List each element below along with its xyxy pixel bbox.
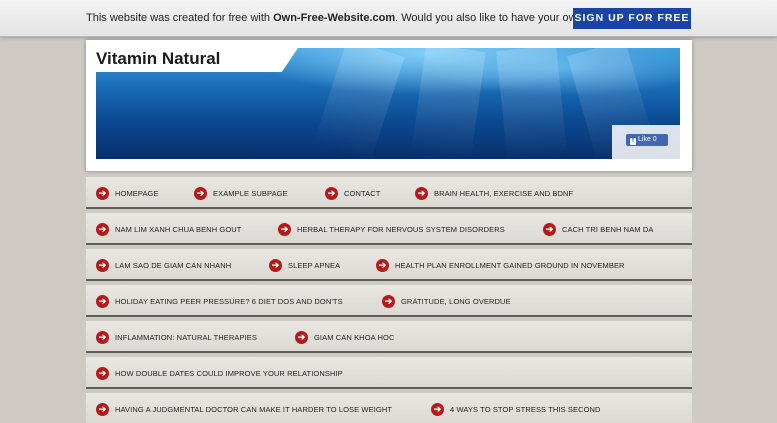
nav-label: NAM LIM XANH CHUA BENH GOUT bbox=[115, 224, 242, 234]
header-banner-image: Vitamin Natural f Like 0 bbox=[96, 48, 680, 159]
like-count-label: Like 0 bbox=[638, 136, 657, 143]
light-ray bbox=[410, 48, 486, 159]
nav-item-double-dates[interactable]: ➔ HOW DOUBLE DATES COULD IMPROVE YOUR REL… bbox=[96, 364, 343, 382]
nav-label: HOLIDAY EATING PEER PRESSURE? 6 DIET DOS… bbox=[115, 296, 343, 306]
nav-row-7: ➔ HAVING A JUDGMENTAL DOCTOR CAN MAKE IT … bbox=[86, 393, 692, 423]
arrow-right-icon: ➔ bbox=[415, 186, 428, 200]
nav-row-6: ➔ HOW DOUBLE DATES COULD IMPROVE YOUR REL… bbox=[86, 357, 692, 389]
nav-row-1: ➔ HOMEPAGE ➔ EXAMPLE SUBPAGE ➔ CONTACT ➔ BRA… bbox=[86, 177, 692, 209]
nav-item-lam-sao-de-giam-can[interactable]: ➔ LAM SAO DE GIAM CAN NHANH bbox=[96, 256, 231, 274]
arrow-right-icon: ➔ bbox=[278, 222, 291, 236]
arrow-right-icon: ➔ bbox=[295, 330, 308, 344]
nav-label: HEALTH PLAN ENROLLMENT GAINED GROUND IN … bbox=[395, 260, 625, 270]
promo-message: This website was created for free with O… bbox=[86, 12, 629, 24]
promo-bar: This website was created for free with O… bbox=[0, 0, 777, 37]
arrow-right-icon: ➔ bbox=[96, 294, 109, 308]
promo-text-before: This website was created for free with bbox=[86, 12, 274, 24]
nav-label: 4 WAYS TO STOP STRESS THIS SECOND bbox=[450, 404, 601, 414]
nav-item-brain-health[interactable]: ➔ BRAIN HEALTH, EXERCISE AND BDNF bbox=[415, 184, 573, 202]
arrow-right-icon: ➔ bbox=[382, 294, 395, 308]
nav-label: SLEEP APNEA bbox=[288, 260, 341, 270]
sign-up-button[interactable]: SIGN UP FOR FREE bbox=[573, 8, 691, 29]
light-ray bbox=[496, 48, 568, 159]
nav-item-example-subpage[interactable]: ➔ EXAMPLE SUBPAGE bbox=[194, 184, 288, 202]
nav-item-health-plan-enrollment[interactable]: ➔ HEALTH PLAN ENROLLMENT GAINED GROUND IN… bbox=[376, 256, 625, 274]
facebook-like-button[interactable]: f Like 0 bbox=[626, 134, 668, 146]
arrow-right-icon: ➔ bbox=[96, 258, 109, 272]
nav-label: HERBAL THERAPY FOR NERVOUS SYSTEM DISORD… bbox=[297, 224, 505, 234]
facebook-icon: f bbox=[630, 138, 636, 145]
nav-row-5: ➔ INFLAMMATION: NATURAL THERAPIES ➔ GIAM C… bbox=[86, 321, 692, 353]
arrow-right-icon: ➔ bbox=[96, 222, 109, 236]
title-tab: Vitamin Natural bbox=[96, 48, 298, 72]
nav-item-cach-tri-benh[interactable]: ➔ CACH TRI BENH NAM DA bbox=[543, 220, 653, 238]
header-card: Vitamin Natural f Like 0 bbox=[86, 40, 692, 171]
arrow-right-icon: ➔ bbox=[96, 186, 109, 200]
arrow-right-icon: ➔ bbox=[543, 222, 556, 236]
nav-row-4: ➔ HOLIDAY EATING PEER PRESSURE? 6 DIET DO… bbox=[86, 285, 692, 317]
promo-brand-link[interactable]: Own-Free-Website.com bbox=[273, 12, 395, 24]
nav-label: INFLAMMATION: NATURAL THERAPIES bbox=[115, 332, 258, 342]
site-title[interactable]: Vitamin Natural bbox=[96, 49, 220, 69]
nav-label: HAVING A JUDGMENTAL DOCTOR CAN MAKE IT H… bbox=[115, 404, 393, 414]
nav-item-nam-lim-xanh[interactable]: ➔ NAM LIM XANH CHUA BENH GOUT bbox=[96, 220, 241, 238]
nav-row-2: ➔ NAM LIM XANH CHUA BENH GOUT ➔ HERBAL THE… bbox=[86, 213, 692, 245]
nav-item-sleep-apnea[interactable]: ➔ SLEEP APNEA bbox=[269, 256, 340, 274]
arrow-right-icon: ➔ bbox=[96, 402, 109, 416]
nav-item-inflammation[interactable]: ➔ INFLAMMATION: NATURAL THERAPIES bbox=[96, 328, 257, 346]
arrow-right-icon: ➔ bbox=[376, 258, 389, 272]
nav-item-gratitude[interactable]: ➔ GRATITUDE, LONG OVERDUE bbox=[382, 292, 511, 310]
nav-row-3: ➔ LAM SAO DE GIAM CAN NHANH ➔ SLEEP APNEA … bbox=[86, 249, 692, 281]
nav-item-judgmental-doctor[interactable]: ➔ HAVING A JUDGMENTAL DOCTOR CAN MAKE IT … bbox=[96, 400, 392, 418]
arrow-right-icon: ➔ bbox=[325, 186, 338, 200]
nav-item-herbal-therapy[interactable]: ➔ HERBAL THERAPY FOR NERVOUS SYSTEM DISOR… bbox=[278, 220, 505, 238]
nav-label: GIAM CAN KHOA HOC bbox=[314, 332, 395, 342]
nav-item-homepage[interactable]: ➔ HOMEPAGE bbox=[96, 184, 159, 202]
nav-item-stop-stress[interactable]: ➔ 4 WAYS TO STOP STRESS THIS SECOND bbox=[431, 400, 601, 418]
social-panel: f Like 0 bbox=[612, 125, 680, 159]
nav-label: HOMEPAGE bbox=[115, 188, 159, 198]
nav-label: GRATITUDE, LONG OVERDUE bbox=[401, 296, 511, 306]
nav-label: LAM SAO DE GIAM CAN NHANH bbox=[115, 260, 232, 270]
nav-item-holiday-eating[interactable]: ➔ HOLIDAY EATING PEER PRESSURE? 6 DIET DO… bbox=[96, 292, 343, 310]
nav-item-contact[interactable]: ➔ CONTACT bbox=[325, 184, 380, 202]
arrow-right-icon: ➔ bbox=[431, 402, 444, 416]
light-ray bbox=[313, 48, 405, 159]
arrow-right-icon: ➔ bbox=[194, 186, 207, 200]
nav-label: CACH TRI BENH NAM DA bbox=[562, 224, 654, 234]
arrow-right-icon: ➔ bbox=[96, 366, 109, 380]
nav-item-giam-can-khoa-hoc[interactable]: ➔ GIAM CAN KHOA HOC bbox=[295, 328, 394, 346]
nav-label: CONTACT bbox=[344, 188, 381, 198]
arrow-right-icon: ➔ bbox=[269, 258, 282, 272]
nav-label: BRAIN HEALTH, EXERCISE AND BDNF bbox=[434, 188, 574, 198]
nav-label: HOW DOUBLE DATES COULD IMPROVE YOUR RELA… bbox=[115, 368, 343, 378]
nav-label: EXAMPLE SUBPAGE bbox=[213, 188, 288, 198]
arrow-right-icon: ➔ bbox=[96, 330, 109, 344]
